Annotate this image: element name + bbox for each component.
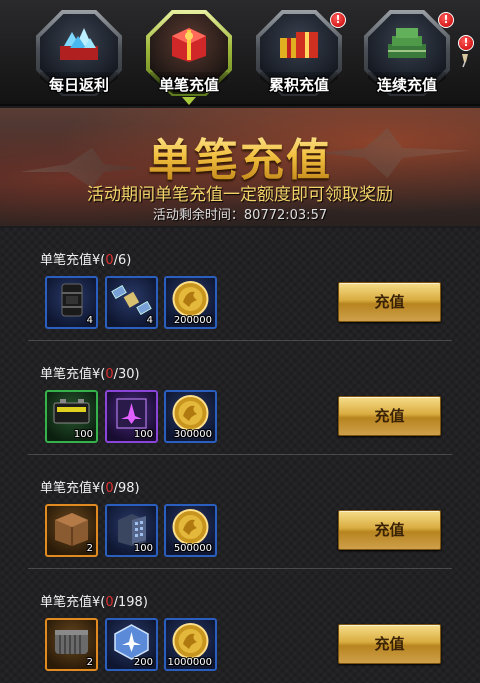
oil-barrel-icon	[61, 283, 83, 317]
activity-tab-bar: 每日返利 单笔充值 累积充值 ! 连续充值 ! !	[0, 0, 480, 106]
item-quantity: 100	[133, 543, 153, 554]
tier-prefix: 单笔充值¥(	[40, 367, 106, 382]
tab-single-recharge[interactable]: 单笔充值	[144, 8, 234, 105]
tier-target: /6)	[113, 253, 132, 268]
tier-target: /30)	[113, 367, 140, 382]
reward-tier: 单笔充值¥(0/198) 2 200 1000000 充值	[0, 570, 480, 683]
reward-item[interactable]: 1000000	[164, 618, 217, 671]
item-quantity: 4	[86, 315, 93, 326]
aircraft-badge-icon	[114, 624, 149, 660]
cash-stack-icon	[388, 28, 426, 58]
satellite-icon	[111, 284, 152, 316]
reward-list[interactable]: 单笔充值¥(0/6) 4 4 200000 充值 单笔充值¥(0/30) 100…	[0, 228, 480, 683]
reward-tier: 单笔充值¥(0/30) 100 100 300000 充值	[0, 342, 480, 456]
battery-icon	[53, 399, 90, 424]
reward-item[interactable]: 300000	[164, 390, 217, 443]
divider	[28, 340, 452, 341]
tier-requirement: 单笔充值¥(0/98)	[40, 477, 140, 496]
tab-cumulative-recharge[interactable]: 累积充值 !	[254, 8, 346, 98]
gold-coin-icon	[172, 623, 209, 659]
banner-subtitle: 活动期间单笔充值一定额度即可领取奖励	[87, 185, 393, 205]
reward-item[interactable]: 200	[105, 618, 158, 671]
reward-item[interactable]: 4	[105, 276, 158, 329]
recharge-button[interactable]: 充值	[338, 396, 441, 436]
tier-current: 0	[105, 595, 114, 610]
item-quantity: 100	[73, 429, 93, 440]
tier-current: 0	[105, 367, 114, 382]
item-quantity: 200	[133, 657, 153, 668]
divider	[28, 568, 452, 569]
item-quantity: 1000000	[167, 657, 212, 668]
timer-label: 活动剩余时间：	[152, 208, 244, 223]
notification-badge: !	[438, 12, 454, 28]
reward-item[interactable]: 500000	[164, 504, 217, 557]
tab-label: 连续充值	[376, 76, 437, 94]
diamond-pile-icon	[60, 28, 98, 60]
reward-item[interactable]: 2	[45, 618, 98, 671]
tier-requirement: 单笔充值¥(0/30)	[40, 363, 140, 382]
supply-crate-icon	[55, 513, 88, 546]
tier-target: /98)	[113, 481, 140, 496]
notification-badge: !	[330, 12, 346, 28]
reward-tier: 单笔充值¥(0/98) 2 100 500000 充值	[0, 456, 480, 570]
reward-item[interactable]: 100	[105, 504, 158, 557]
divider	[28, 454, 452, 455]
gold-coin-icon	[172, 395, 209, 431]
gift-boxes-icon	[280, 32, 318, 58]
item-quantity: 300000	[173, 429, 212, 440]
banner-title: 单笔充值	[0, 124, 480, 188]
tab-label: 累积充值	[268, 76, 329, 94]
red-gift-icon	[172, 28, 206, 62]
reward-item[interactable]: 100	[105, 390, 158, 443]
item-quantity: 100	[133, 429, 153, 440]
tab-consecutive-recharge[interactable]: 连续充值 !	[362, 8, 454, 98]
gold-coin-icon	[172, 281, 209, 317]
tier-target: /198)	[113, 595, 148, 610]
tier-requirement: 单笔充值¥(0/198)	[40, 591, 148, 610]
event-banner: 单笔充值 活动期间单笔充值一定额度即可领取奖励 活动剩余时间：80772:03:…	[0, 108, 480, 226]
item-quantity: 500000	[173, 543, 212, 554]
item-quantity: 200000	[173, 315, 212, 326]
item-quantity: 2	[86, 543, 93, 554]
fighter-chip-icon	[116, 398, 147, 429]
tier-prefix: 单笔充值¥(	[40, 253, 106, 268]
gold-coin-icon	[172, 509, 209, 545]
reward-tier: 单笔充值¥(0/6) 4 4 200000 充值	[0, 228, 480, 342]
tab-label: 每日返利	[48, 76, 109, 94]
tab-daily-rebate[interactable]: 每日返利	[34, 8, 124, 98]
tier-requirement: 单笔充值¥(0/6)	[40, 249, 131, 268]
notification-badge: !	[458, 35, 474, 51]
reward-item[interactable]: 2	[45, 504, 98, 557]
recharge-button[interactable]: 充值	[338, 624, 441, 664]
tier-current: 0	[105, 253, 114, 268]
item-quantity: 4	[146, 315, 153, 326]
recharge-button[interactable]: 充值	[338, 282, 441, 322]
reward-item[interactable]: 200000	[164, 276, 217, 329]
recharge-button[interactable]: 充值	[338, 510, 441, 550]
item-quantity: 2	[86, 657, 93, 668]
countdown-timer: 活动剩余时间：80772:03:57	[0, 204, 480, 223]
reward-item[interactable]: 4	[45, 276, 98, 329]
tier-current: 0	[105, 481, 114, 496]
cargo-container-icon	[55, 630, 88, 654]
building-icon	[118, 514, 146, 546]
reward-item[interactable]: 100	[45, 390, 98, 443]
timer-value: 80772:03:57	[243, 208, 328, 223]
tier-prefix: 单笔充值¥(	[40, 481, 106, 496]
pin-icon	[462, 54, 468, 68]
active-tab-indicator	[182, 97, 196, 105]
tab-label: 单笔充值	[158, 76, 219, 94]
tier-prefix: 单笔充值¥(	[40, 595, 106, 610]
